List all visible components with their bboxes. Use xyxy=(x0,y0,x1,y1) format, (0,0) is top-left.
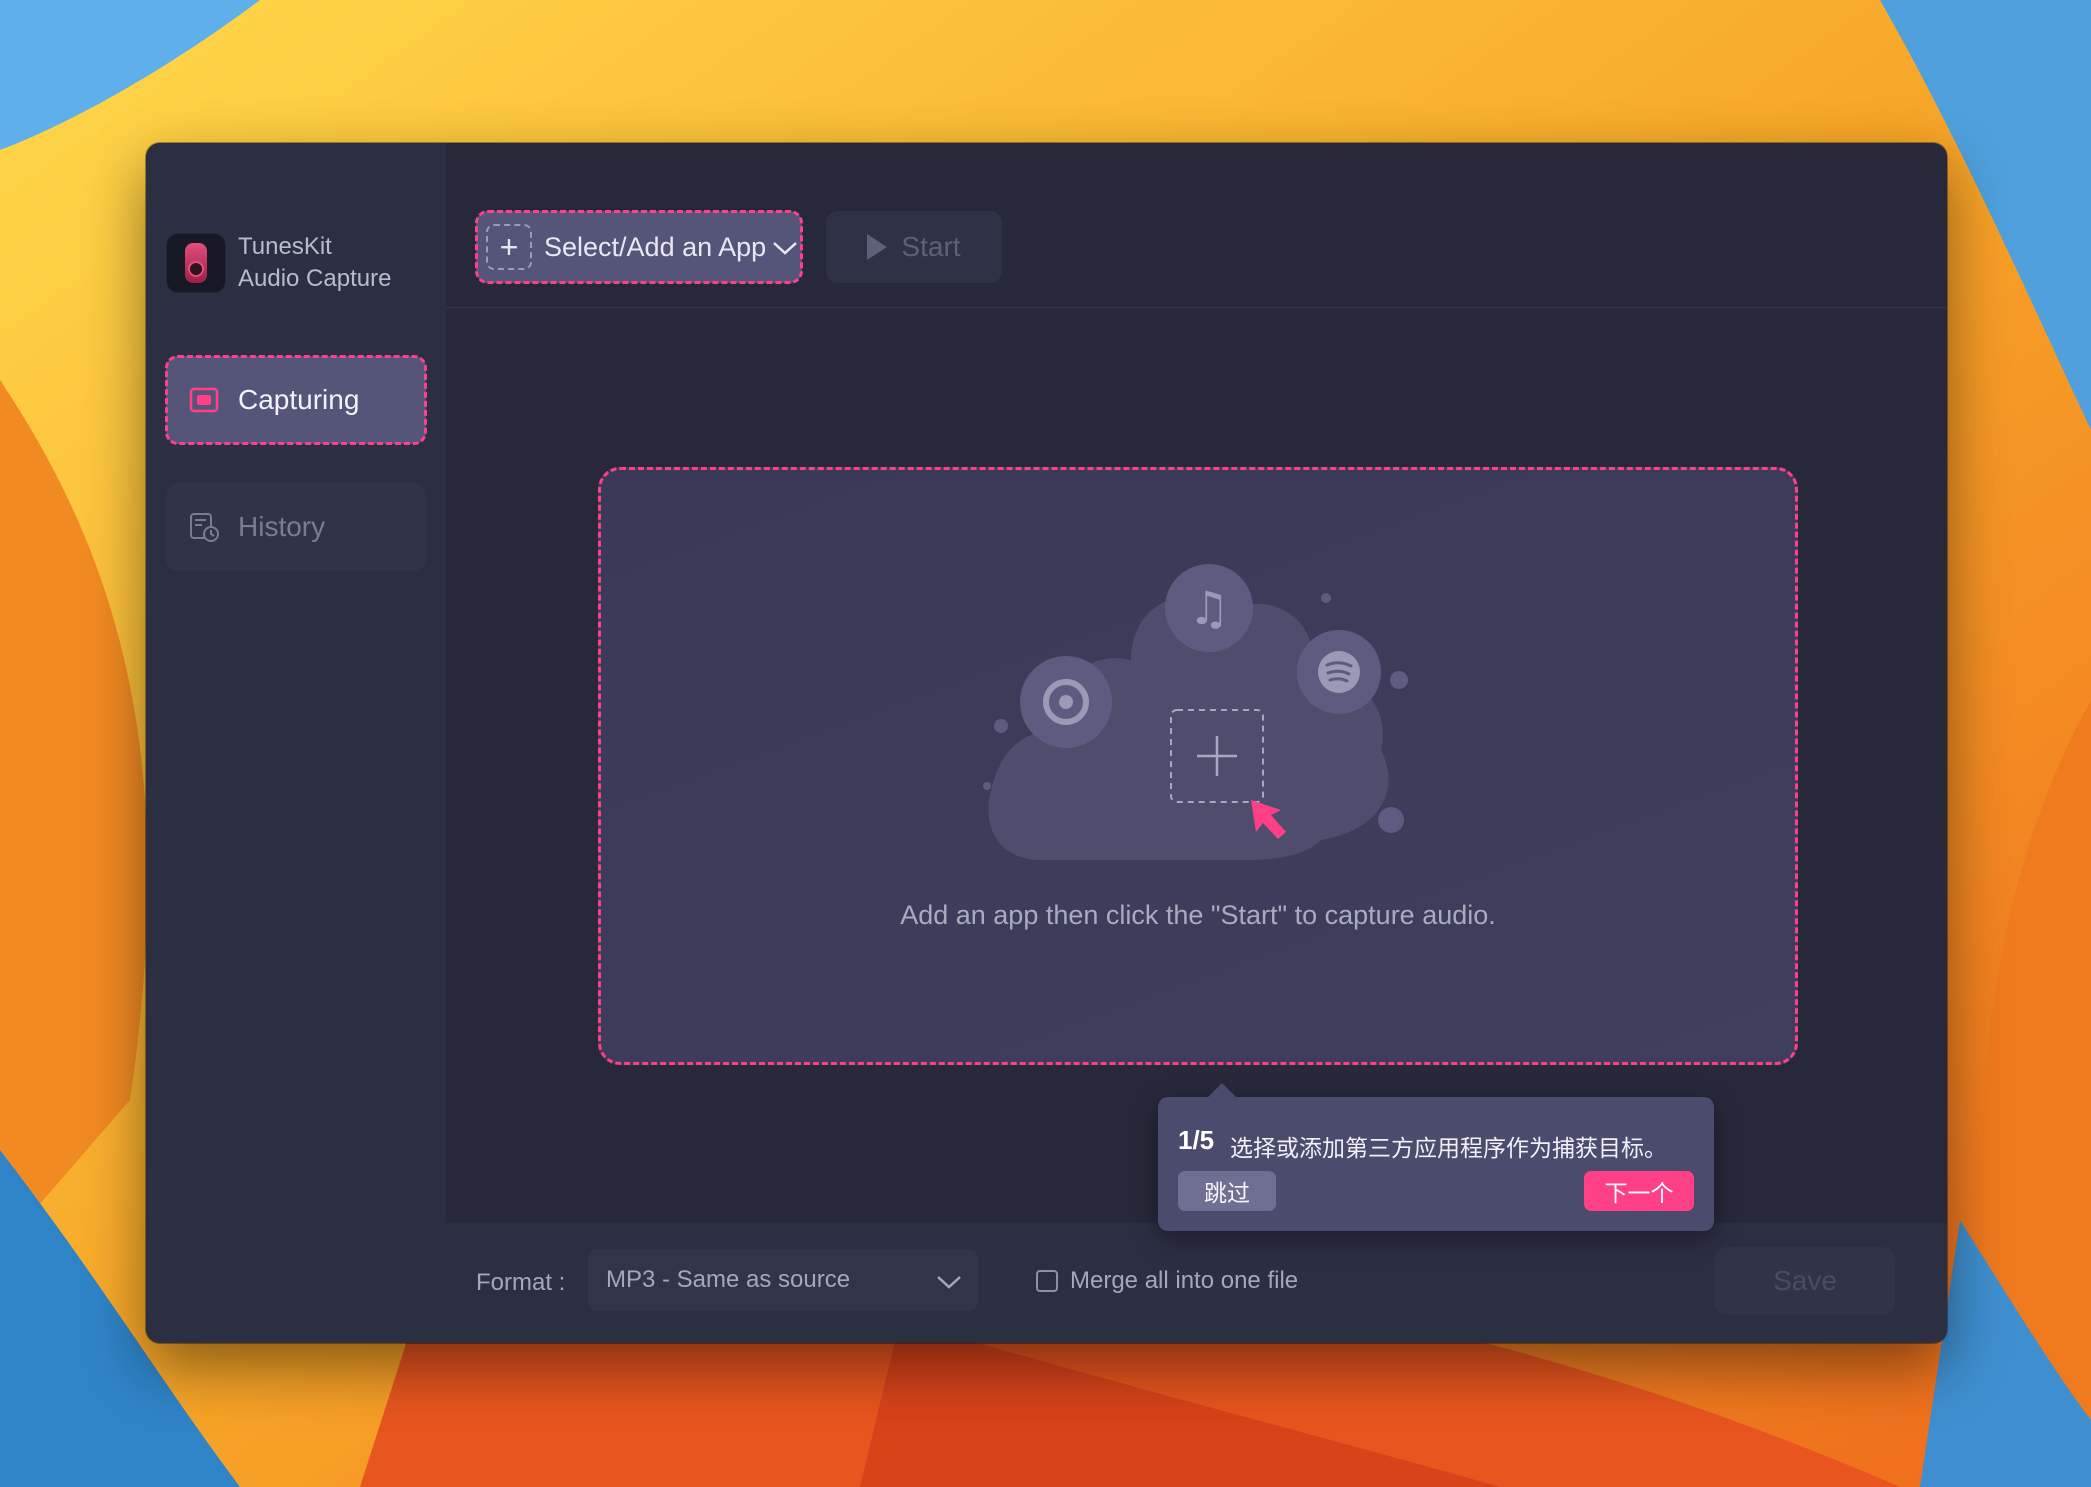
chevron-down-icon xyxy=(936,1269,962,1297)
sidebar-item-label: History xyxy=(238,511,326,542)
merge-checkbox[interactable]: Merge all into one file xyxy=(1036,1267,1298,1295)
toolbar: + Select/Add an App Start xyxy=(446,143,1947,308)
checkbox-icon[interactable] xyxy=(1036,1270,1058,1292)
svg-text:♫: ♫ xyxy=(1188,581,1229,635)
select-add-app-button[interactable]: + Select/Add an App xyxy=(475,210,803,284)
footer-bar: Format : MP3 - Same as source Merge all … xyxy=(446,1223,1947,1343)
sidebar-item-label: Capturing xyxy=(238,384,360,415)
format-dropdown[interactable]: MP3 - Same as source xyxy=(588,1249,978,1311)
dropzone-hint: Add an app then click the "Start" to cap… xyxy=(900,900,1496,930)
merge-label: Merge all into one file xyxy=(1070,1267,1299,1294)
skip-button[interactable]: 跳过 xyxy=(1178,1171,1276,1211)
brand: TunesKit Audio Capture xyxy=(166,231,391,295)
save-button[interactable]: Save xyxy=(1715,1247,1895,1315)
plus-icon: + xyxy=(486,224,532,270)
tooltip-step: 1/5 xyxy=(1178,1125,1215,1155)
sidebar: TunesKit Audio Capture Capturing History xyxy=(146,143,446,1343)
app-logo-icon xyxy=(166,233,226,293)
sidebar-item-history[interactable]: History xyxy=(166,483,426,571)
app-window: TunesKit Audio Capture Capturing History… xyxy=(146,143,1947,1343)
play-icon xyxy=(867,234,888,260)
chevron-down-icon xyxy=(772,232,798,263)
select-app-label: Select/Add an App xyxy=(544,231,767,262)
history-icon xyxy=(188,511,220,543)
app-name: TunesKit Audio Capture xyxy=(238,231,391,295)
format-label: Format : xyxy=(476,1269,566,1296)
app-name-line1: TunesKit xyxy=(238,233,332,260)
format-value: MP3 - Same as source xyxy=(606,1266,851,1293)
add-app-illustration: ♫ xyxy=(983,564,1408,860)
save-label: Save xyxy=(1773,1265,1837,1296)
tooltip-text: 选择或添加第三方应用程序作为捕获目标。 xyxy=(1230,1135,1667,1161)
onboarding-tooltip: 1/5 选择或添加第三方应用程序作为捕获目标。 跳过 下一个 xyxy=(1158,1083,1714,1231)
add-app-dropzone[interactable]: ♫ Add an app then click the "Start" to c… xyxy=(598,467,1798,1065)
next-button[interactable]: 下一个 xyxy=(1584,1171,1694,1211)
app-name-line2: Audio Capture xyxy=(238,265,392,292)
capture-icon xyxy=(188,384,220,416)
sidebar-item-capturing[interactable]: Capturing xyxy=(165,355,427,445)
start-label: Start xyxy=(901,231,961,262)
start-button[interactable]: Start xyxy=(826,211,1002,283)
